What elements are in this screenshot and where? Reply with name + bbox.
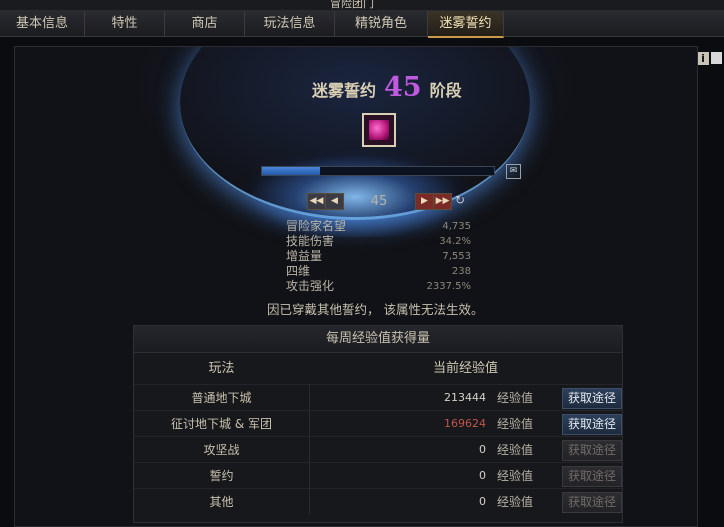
table-row: 誓约 0 经验值 获取途径 [134, 462, 622, 489]
stat-label: 增益量 [286, 249, 323, 263]
table-row: 攻坚战 0 经验值 获取途径 [134, 436, 622, 463]
stat-row: 技能伤害 34.2% [286, 234, 471, 249]
row-mode: 普通地下城 [134, 385, 310, 411]
level-input[interactable] [342, 192, 416, 211]
tab-gameplay-info[interactable]: 玩法信息 [245, 11, 335, 36]
row-value: 169624 [444, 417, 486, 430]
weekly-exp-table: 每周经验值获得量 玩法 当前经验值 普通地下城 213444 经验值 获取途径 … [133, 325, 623, 523]
window-title: 冒险团门 [330, 0, 374, 10]
column-mode: 玩法 [208, 361, 235, 376]
grid-icon[interactable] [711, 52, 722, 64]
oath-title: 迷雾誓约 45 阶段 [312, 72, 512, 103]
stat-label: 技能伤害 [286, 234, 335, 248]
acquire-route-button[interactable]: 获取途径 [562, 414, 622, 435]
row-mode: 攻坚战 [134, 437, 310, 463]
last-level-button[interactable]: ▶▶ [433, 193, 452, 210]
weekly-exp-title: 每周经验值获得量 [134, 326, 622, 353]
info-icon[interactable]: i [697, 52, 709, 65]
row-value: 213444 [444, 391, 486, 404]
acquire-route-button[interactable]: 获取途径 [562, 388, 622, 409]
stat-value: 34.2% [439, 236, 471, 247]
tab-basic-info[interactable]: 基本信息 [0, 11, 85, 36]
row-unit: 经验值 [497, 417, 534, 431]
stat-value: 238 [451, 266, 471, 277]
oath-title-prefix: 迷雾誓约 [312, 81, 377, 100]
row-value: 0 [479, 443, 486, 456]
stat-value: 4,735 [442, 221, 471, 232]
row-value: 0 [479, 495, 486, 508]
stat-label: 攻击强化 [286, 279, 335, 293]
oath-progress-bar [261, 166, 495, 176]
stat-row: 增益量 7,553 [286, 249, 471, 264]
row-unit: 经验值 [497, 469, 534, 483]
row-mode: 征讨地下城 & 军团 [134, 411, 310, 437]
stat-row: 四维 238 [286, 264, 471, 279]
row-mode: 其他 [134, 489, 310, 515]
stat-row: 攻击强化 2337.5% [286, 279, 471, 294]
column-exp: 当前经验值 [432, 361, 498, 376]
table-row: 征讨地下城 & 军团 169624 经验值 获取途径 [134, 410, 622, 437]
tab-elite-characters[interactable]: 精锐角色 [335, 11, 428, 36]
title-bar: 冒险团门 [0, 0, 724, 11]
stat-row: 冒险家名望 4,735 [286, 219, 471, 234]
acquire-route-button: 获取途径 [562, 440, 622, 461]
row-value: 0 [479, 469, 486, 482]
acquire-route-button: 获取途径 [562, 466, 622, 487]
row-mode: 誓约 [134, 463, 310, 489]
oath-title-suffix: 阶段 [429, 81, 462, 100]
progress-fill [262, 167, 320, 175]
stat-label: 四维 [286, 264, 311, 278]
oath-level: 45 [384, 72, 422, 103]
table-row: 普通地下城 213444 经验值 获取途径 [134, 384, 622, 411]
stat-value: 2337.5% [426, 281, 472, 292]
refresh-icon[interactable]: ↻ [455, 193, 465, 207]
table-row: 其他 0 经验值 获取途径 [134, 488, 622, 515]
gem-icon [369, 120, 389, 140]
stats-list: 冒险家名望 4,735 技能伤害 34.2% 增益量 7,553 四维 238 攻击强化… [286, 219, 471, 294]
tab-mist-oath[interactable]: 迷雾誓约 [428, 11, 504, 38]
acquire-route-button: 获取途径 [562, 492, 622, 513]
tab-traits[interactable]: 特性 [85, 11, 165, 36]
mail-icon[interactable]: ✉ [506, 164, 521, 179]
tab-shop[interactable]: 商店 [165, 11, 245, 36]
stat-label: 冒险家名望 [286, 219, 347, 233]
table-header: 玩法 当前经验值 [134, 356, 622, 382]
stat-value: 7,553 [442, 251, 471, 262]
row-unit: 经验值 [497, 391, 534, 405]
row-unit: 经验值 [497, 443, 534, 457]
oath-item-slot[interactable] [362, 113, 396, 147]
next-level-button[interactable]: ▶ [415, 193, 434, 210]
first-level-button[interactable]: ◀◀ [307, 193, 326, 210]
row-unit: 经验值 [497, 495, 534, 509]
tab-bar: 基本信息 特性 商店 玩法信息 精锐角色 迷雾誓约 [0, 11, 724, 38]
inactive-notice: 因已穿戴其他誓约， 该属性无法生效。 [267, 302, 484, 317]
